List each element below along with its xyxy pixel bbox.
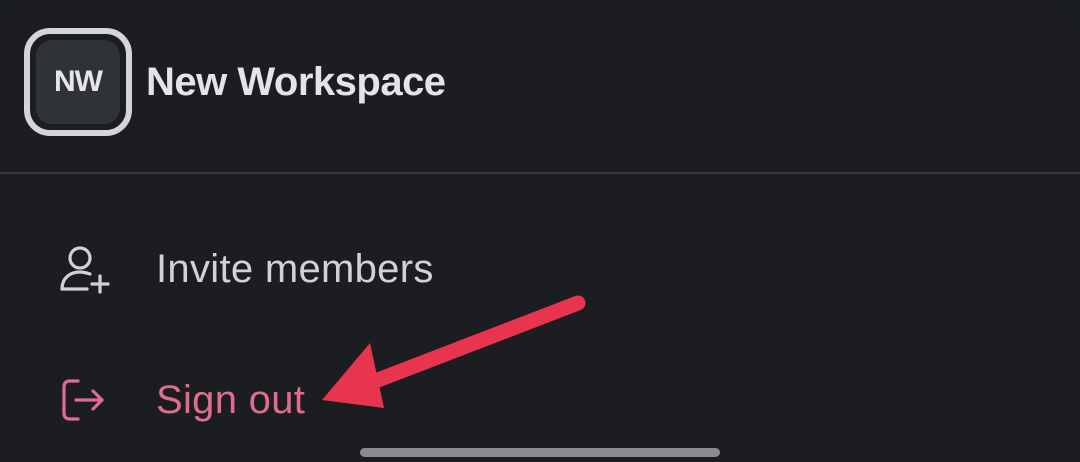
- workspace-avatar: NW: [36, 40, 120, 124]
- divider: [0, 172, 1080, 174]
- sign-out-label: Sign out: [156, 377, 306, 422]
- home-indicator[interactable]: [360, 448, 720, 457]
- workspace-avatar-frame: NW: [24, 28, 132, 136]
- add-user-icon: [56, 241, 112, 297]
- workspace-menu-sheet: NW New Workspace Invite members Sign out: [0, 0, 1080, 462]
- workspace-name: New Workspace: [146, 59, 446, 104]
- invite-members-label: Invite members: [156, 246, 434, 291]
- sign-out-button[interactable]: Sign out: [56, 365, 656, 435]
- workspace-header[interactable]: NW New Workspace: [24, 28, 446, 136]
- invite-members-button[interactable]: Invite members: [56, 234, 656, 304]
- sign-out-icon: [56, 372, 112, 428]
